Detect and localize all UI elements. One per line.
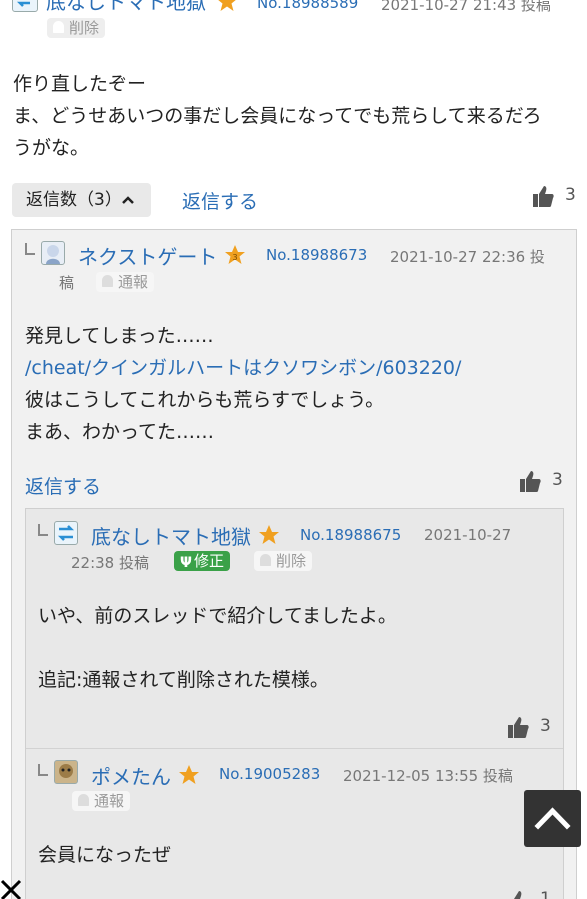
post-line: [38, 632, 397, 664]
rank-badge-icon: [258, 525, 280, 547]
post-body: 作り直したぞー ま、どうせあいつの事だし会員になってでも荒らして来るだろ うがな…: [13, 68, 542, 164]
post-body: 発見してしまった…… /cheat/クインガルハートはクソワシボン/603220…: [25, 320, 461, 448]
avatar[interactable]: [41, 241, 65, 265]
post-date-cont: 22:38 投稿: [71, 554, 149, 572]
chevron-up-icon: [534, 807, 571, 830]
like-count: 1: [540, 889, 551, 899]
post-date: 2021-12-05 13:55 投稿: [343, 767, 513, 785]
avatar[interactable]: [12, 0, 38, 12]
report-button[interactable]: 通報: [72, 791, 131, 811]
bell-icon: [78, 794, 89, 806]
avatar[interactable]: [54, 760, 78, 784]
scroll-top-button[interactable]: [524, 790, 581, 847]
edit-button[interactable]: Ψ 修正: [174, 551, 231, 571]
post-body: 会員になったぜ: [38, 839, 171, 871]
post-body: いや、前のスレッドで紹介してましたよ。 追記:通報されて削除された模様。: [38, 600, 397, 696]
username[interactable]: ネクストゲート: [78, 241, 217, 270]
divider: [26, 748, 563, 749]
bell-icon: [53, 21, 64, 33]
post-date-cont: 稿: [59, 274, 75, 292]
post-line: ま、どうせあいつの事だし会員になってでも荒らして来るだろ: [13, 105, 542, 127]
username[interactable]: 底なしトマト地獄: [91, 521, 251, 550]
post-date: 2021-10-27 22:36 投: [390, 248, 545, 266]
username[interactable]: ポメたん: [91, 761, 171, 790]
post-date: 2021-10-27: [424, 526, 512, 544]
report-button[interactable]: 通報: [96, 272, 155, 292]
post-line: 発見してしまった……: [25, 325, 214, 347]
reply-corner-icon: [38, 524, 48, 536]
rank-badge-icon: [216, 0, 238, 14]
bell-icon: [260, 554, 271, 566]
replies-toggle-button[interactable]: 返信数（3）: [12, 183, 151, 217]
post-date: 2021-10-27 21:43 投稿: [381, 0, 551, 14]
post-line: まあ、わかってた……: [25, 421, 215, 443]
post-line: うがな。: [13, 137, 90, 159]
fork-icon: Ψ: [180, 555, 192, 571]
username[interactable]: 底なしトマト地獄: [46, 0, 206, 12]
post-line: 追記:通報されて削除された模様。: [38, 669, 329, 691]
reply-link[interactable]: 返信する: [25, 472, 101, 499]
thread-link[interactable]: /cheat/クインガルハートはクソワシボン/603220/: [25, 352, 461, 384]
reply-corner-icon: [38, 764, 48, 776]
like-icon[interactable]: [505, 888, 531, 899]
post-line: 彼はこうしてこれからも荒らすでしょう。: [25, 389, 385, 411]
reply-corner-icon: [25, 243, 35, 255]
post-number[interactable]: No.18988589: [257, 0, 358, 12]
post-number[interactable]: No.19005283: [219, 765, 320, 783]
like-count: 3: [565, 185, 576, 205]
rank-badge-icon: 3: [224, 245, 246, 267]
like-icon[interactable]: [517, 468, 543, 494]
post-number[interactable]: No.18988675: [300, 526, 401, 544]
rank-badge-icon: [178, 765, 200, 787]
reply-link[interactable]: 返信する: [182, 187, 258, 214]
post-number[interactable]: No.18988673: [266, 246, 367, 264]
replies-count-label: 返信数（3）: [26, 190, 122, 210]
like-icon[interactable]: [530, 183, 556, 209]
chevron-up-icon: [122, 196, 134, 204]
post-line: 作り直したぞー: [13, 73, 147, 95]
like-icon[interactable]: [505, 714, 531, 740]
rank-number: 3: [232, 253, 237, 262]
bell-icon: [102, 275, 113, 287]
like-count: 3: [552, 470, 563, 490]
delete-button[interactable]: 削除: [254, 551, 313, 571]
close-icon[interactable]: [0, 879, 24, 899]
post-line: いや、前のスレッドで紹介してましたよ。: [38, 605, 397, 627]
avatar[interactable]: [54, 521, 78, 545]
like-count: 3: [540, 716, 551, 736]
delete-button[interactable]: 削除: [47, 18, 106, 38]
post-line: 会員になったぜ: [38, 844, 172, 866]
